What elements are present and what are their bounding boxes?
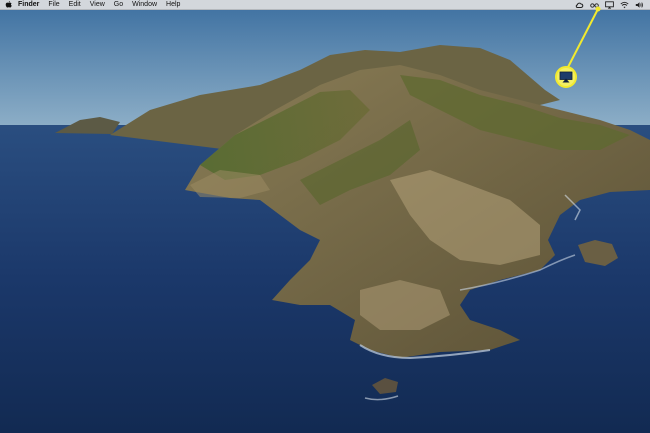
airplay-icon[interactable]: [605, 0, 614, 9]
menu-file[interactable]: File: [48, 0, 59, 9]
menu-edit[interactable]: Edit: [69, 0, 81, 9]
menu-window[interactable]: Window: [132, 0, 157, 9]
airplay-callout-magnified: [555, 66, 577, 88]
apple-icon[interactable]: [4, 0, 13, 9]
menu-go[interactable]: Go: [114, 0, 123, 9]
menu-bar: Finder File Edit View Go Window Help: [0, 0, 650, 10]
menu-view[interactable]: View: [90, 0, 105, 9]
creative-cloud-icon[interactable]: [575, 1, 584, 9]
glasses-icon[interactable]: [590, 1, 599, 9]
desktop: Finder File Edit View Go Window Help: [0, 0, 650, 433]
status-menu-area: [575, 0, 644, 9]
wifi-icon[interactable]: [620, 1, 629, 9]
menu-finder[interactable]: Finder: [18, 0, 39, 9]
volume-icon[interactable]: [635, 1, 644, 9]
wallpaper-catalina-island: [0, 0, 650, 433]
menu-help[interactable]: Help: [166, 0, 180, 9]
